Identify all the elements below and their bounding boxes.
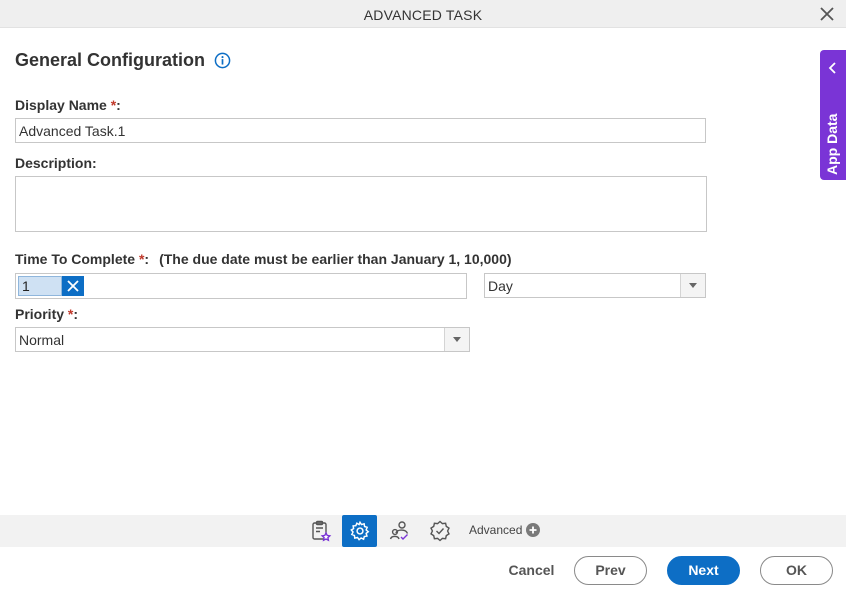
time-unit-select[interactable]: Day: [484, 273, 706, 298]
gear-icon[interactable]: [342, 515, 377, 547]
due-date-note: (The due date must be earlier than Janua…: [159, 251, 512, 267]
section-title: General Configuration: [15, 50, 206, 70]
chevron-left-icon: [828, 62, 836, 74]
next-button[interactable]: Next: [667, 556, 740, 585]
description-textarea[interactable]: [15, 176, 707, 232]
time-value-text: 1: [18, 276, 62, 296]
advanced-button[interactable]: Advanced: [469, 523, 541, 537]
description-label: Description:: [15, 155, 97, 171]
display-name-input[interactable]: [15, 118, 706, 143]
display-name-label: Display Name *:: [15, 97, 121, 113]
plus-circle-icon: [526, 523, 541, 537]
remove-value-icon[interactable]: [62, 276, 84, 296]
advanced-label: Advanced: [469, 523, 523, 537]
app-data-tab[interactable]: App Data: [820, 50, 846, 180]
bottom-toolbar: Advanced: [0, 515, 846, 547]
priority-value: Normal: [19, 331, 65, 348]
ok-button[interactable]: OK: [760, 556, 833, 585]
chevron-down-icon: [680, 274, 705, 297]
app-data-label: App Data: [824, 113, 840, 175]
prev-button[interactable]: Prev: [574, 556, 647, 585]
close-icon[interactable]: [819, 6, 835, 22]
dialog-title: ADVANCED TASK: [363, 7, 483, 23]
info-icon[interactable]: [214, 52, 231, 69]
chevron-down-icon: [444, 328, 469, 351]
time-unit-value: Day: [488, 277, 513, 294]
cancel-button[interactable]: Cancel: [504, 556, 559, 584]
dialog-titlebar: ADVANCED TASK: [0, 0, 846, 28]
task-star-icon[interactable]: [303, 515, 338, 547]
user-check-icon[interactable]: [382, 515, 417, 547]
time-to-complete-label: Time To Complete *: (The due date must be…: [15, 251, 512, 267]
section-header: General Configuration: [15, 50, 231, 71]
priority-select[interactable]: Normal: [15, 327, 470, 352]
priority-label: Priority *:: [15, 306, 79, 322]
time-value-tag[interactable]: 1: [18, 276, 84, 296]
badge-check-icon[interactable]: [422, 515, 457, 547]
